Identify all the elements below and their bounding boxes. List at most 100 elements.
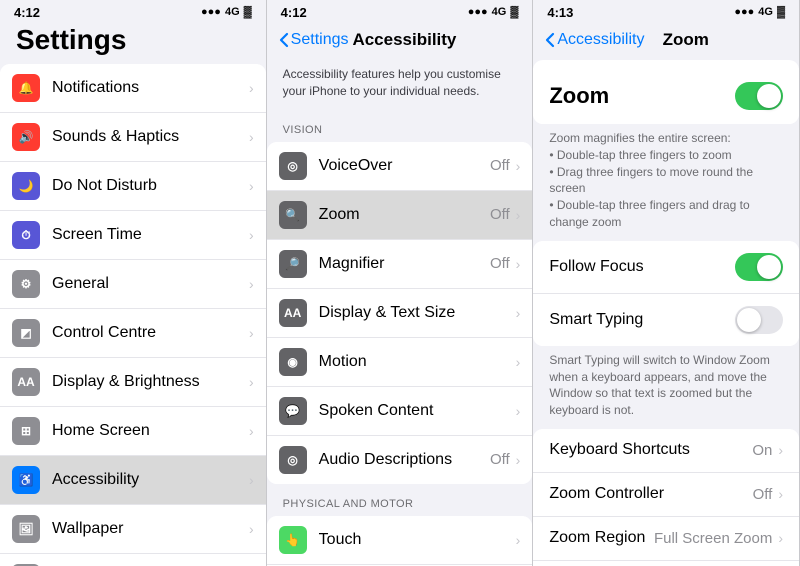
chevron-icon-zc: › xyxy=(778,486,783,502)
zoom-desc-line3: • Double-tap three fingers and drag to c… xyxy=(549,198,749,229)
zoom-settings-list: Zoom Zoom magnifies the entire screen: •… xyxy=(533,60,799,566)
icon-p-touch: 👆 xyxy=(279,526,307,554)
settings-item-siri[interactable]: ◉ Siri & Search › xyxy=(0,554,266,566)
settings-list: 🔔 Notifications › 🔊 Sounds & Haptics › 🌙… xyxy=(0,64,266,566)
zoom-region-value: Full Screen Zoom xyxy=(654,530,772,547)
follow-focus-knob xyxy=(757,255,781,279)
zoom-toggle[interactable] xyxy=(735,82,783,110)
chevron-back-icon-2 xyxy=(279,32,289,48)
physical-item-touch[interactable]: 👆 Touch › xyxy=(267,516,533,565)
icon-displaybrightness: AA xyxy=(12,368,40,396)
zoom-region-row[interactable]: Zoom Region Full Screen Zoom › xyxy=(533,517,799,561)
chevron-general: › xyxy=(249,276,254,292)
label-homescreen: Home Screen xyxy=(52,422,249,440)
zoom-desc-text: Zoom magnifies the entire screen: xyxy=(549,131,730,145)
network-icon-1: 4G xyxy=(225,6,240,18)
vision-item-displaytext[interactable]: AA Display & Text Size › xyxy=(267,289,533,338)
icon-v-audio: ◎ xyxy=(279,446,307,474)
accessibility-list: VISION ◎ VoiceOver Off › 🔍 Zoom Off › 🔎 … xyxy=(267,110,533,566)
settings-item-donotdisturb[interactable]: 🌙 Do Not Disturb › xyxy=(0,162,266,211)
settings-item-notifications[interactable]: 🔔 Notifications › xyxy=(0,64,266,113)
physical-list-section: 👆 Touch › 👤 Face ID & Attention › ⊙ Swit… xyxy=(267,516,533,566)
icon-screentime: ⏱ xyxy=(12,221,40,249)
label-donotdisturb: Do Not Disturb xyxy=(52,177,249,195)
vision-item-audio[interactable]: ◎ Audio Descriptions Off › xyxy=(267,436,533,484)
settings-item-sounds[interactable]: 🔊 Sounds & Haptics › xyxy=(0,113,266,162)
icon-sounds: 🔊 xyxy=(12,123,40,151)
settings-item-screentime[interactable]: ⏱ Screen Time › xyxy=(0,211,266,260)
status-icons-1: ●●● 4G ▓ xyxy=(201,6,252,18)
label-v-audio: Audio Descriptions xyxy=(319,451,490,469)
label-wallpaper: Wallpaper xyxy=(52,520,249,538)
icon-v-voiceover: ◎ xyxy=(279,152,307,180)
nav-title-3: Zoom xyxy=(644,30,727,50)
smart-typing-toggle[interactable] xyxy=(735,306,783,334)
chevron-back-icon-3 xyxy=(545,32,555,48)
chevron-donotdisturb: › xyxy=(249,178,254,194)
back-button-3[interactable]: Accessibility xyxy=(545,31,644,49)
settings-item-displaybrightness[interactable]: AA Display & Brightness › xyxy=(0,358,266,407)
smart-typing-description: Smart Typing will switch to Window Zoom … xyxy=(533,346,799,429)
signal-icon-3: ●●● xyxy=(734,6,754,18)
value-v-voiceover: Off xyxy=(490,157,510,174)
icon-donotdisturb: 🌙 xyxy=(12,172,40,200)
back-button-2[interactable]: Settings xyxy=(279,31,349,49)
label-sounds: Sounds & Haptics xyxy=(52,128,249,146)
icon-v-displaytext: AA xyxy=(279,299,307,327)
settings-item-wallpaper[interactable]: 🖼 Wallpaper › xyxy=(0,505,266,554)
chevron-v-spoken: › xyxy=(516,403,521,419)
vision-item-spoken[interactable]: 💬 Spoken Content › xyxy=(267,387,533,436)
label-notifications: Notifications xyxy=(52,79,249,97)
panel-zoom: 4:13 ●●● 4G ▓ Accessibility Zoom Zoom xyxy=(533,0,800,566)
chevron-v-audio: › xyxy=(516,452,521,468)
keyboard-shortcuts-row[interactable]: Keyboard Shortcuts On › xyxy=(533,429,799,473)
zoom-main-toggle-row: Zoom xyxy=(533,68,799,124)
battery-icon-1: ▓ xyxy=(244,6,252,18)
follow-focus-toggle[interactable] xyxy=(735,253,783,281)
settings-item-controlcentre[interactable]: ◩ Control Centre › xyxy=(0,309,266,358)
vision-item-zoom[interactable]: 🔍 Zoom Off › xyxy=(267,191,533,240)
chevron-controlcentre: › xyxy=(249,325,254,341)
zoom-filter-row[interactable]: Zoom Filter None › xyxy=(533,561,799,566)
follow-focus-label: Follow Focus xyxy=(549,258,735,276)
settings-item-accessibility[interactable]: ♿ Accessibility › xyxy=(0,456,266,505)
label-v-displaytext: Display & Text Size xyxy=(319,304,516,322)
large-title-bar-1: Settings xyxy=(0,22,266,64)
smart-typing-row: Smart Typing xyxy=(533,294,799,346)
chevron-p-touch: › xyxy=(516,532,521,548)
zoom-controller-label: Zoom Controller xyxy=(549,485,752,503)
vision-item-voiceover[interactable]: ◎ VoiceOver Off › xyxy=(267,142,533,191)
label-v-magnifier: Magnifier xyxy=(319,255,490,273)
chevron-icon-zr: › xyxy=(778,530,783,546)
chevron-v-displaytext: › xyxy=(516,305,521,321)
zoom-desc-line1: • Double-tap three fingers to zoom xyxy=(549,148,731,162)
vision-item-magnifier[interactable]: 🔎 Magnifier Off › xyxy=(267,240,533,289)
chevron-v-motion: › xyxy=(516,354,521,370)
panel1-title: Settings xyxy=(16,24,250,56)
settings-item-homescreen[interactable]: ⊞ Home Screen › xyxy=(0,407,266,456)
label-controlcentre: Control Centre xyxy=(52,324,249,342)
chevron-v-voiceover: › xyxy=(516,158,521,174)
signal-icon-2: ●●● xyxy=(468,6,488,18)
nav-title-2: Accessibility xyxy=(348,30,460,50)
chevron-v-magnifier: › xyxy=(516,256,521,272)
keyboard-shortcuts-label: Keyboard Shortcuts xyxy=(549,441,752,459)
status-bar-1: 4:12 ●●● 4G ▓ xyxy=(0,0,266,22)
zoom-region-label: Zoom Region xyxy=(549,529,654,547)
settings-item-general[interactable]: ⚙ General › xyxy=(0,260,266,309)
accessibility-description: Accessibility features help you customis… xyxy=(267,60,533,110)
zoom-description: Zoom magnifies the entire screen: • Doub… xyxy=(533,124,799,241)
vision-item-motion[interactable]: ◉ Motion › xyxy=(267,338,533,387)
value-v-magnifier: Off xyxy=(490,255,510,272)
nav-bar-2: Settings Accessibility xyxy=(267,22,533,60)
chevron-sounds: › xyxy=(249,129,254,145)
status-bar-2: 4:12 ●●● 4G ▓ xyxy=(267,0,533,22)
network-icon-2: 4G xyxy=(492,6,507,18)
time-3: 4:13 xyxy=(547,5,573,20)
chevron-accessibility: › xyxy=(249,472,254,488)
chevron-notifications: › xyxy=(249,80,254,96)
panel-accessibility: 4:12 ●●● 4G ▓ Settings Accessibility Acc… xyxy=(267,0,534,566)
section-vision: VISION xyxy=(267,110,533,142)
zoom-controller-row[interactable]: Zoom Controller Off › xyxy=(533,473,799,517)
status-icons-2: ●●● 4G ▓ xyxy=(468,6,519,18)
